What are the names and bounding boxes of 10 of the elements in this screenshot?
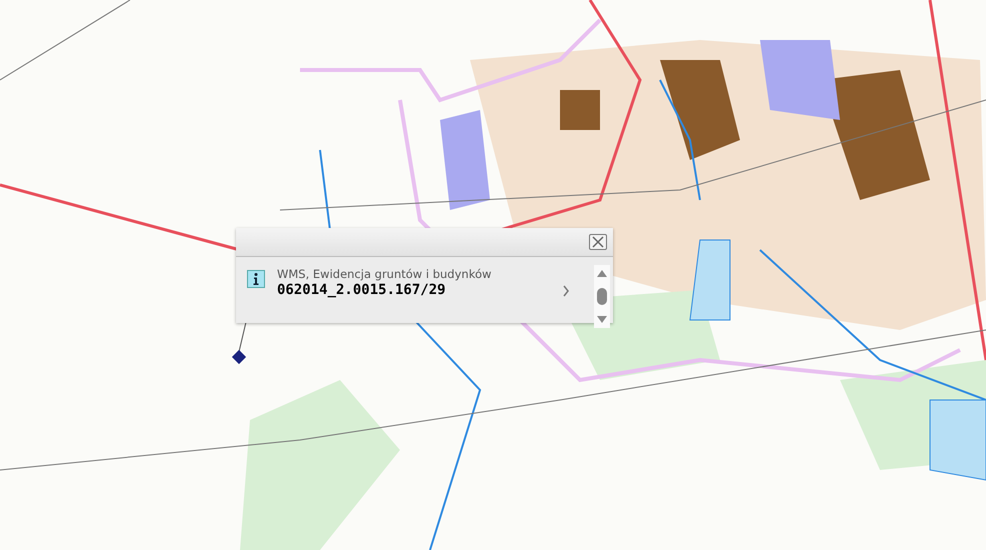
parcel-id: 062014_2.0015.167/29 <box>277 282 447 299</box>
layer-name: WMS, Ewidencja gruntów i budynków <box>277 267 492 282</box>
info-icon <box>247 270 265 288</box>
close-button[interactable] <box>589 234 607 250</box>
scroll-thumb[interactable] <box>597 288 607 305</box>
scroll-up-icon[interactable] <box>597 269 607 277</box>
scrollbar[interactable] <box>594 265 610 328</box>
scroll-down-icon[interactable] <box>597 316 607 324</box>
chevron-right-icon[interactable] <box>562 285 570 297</box>
close-icon <box>591 235 605 249</box>
